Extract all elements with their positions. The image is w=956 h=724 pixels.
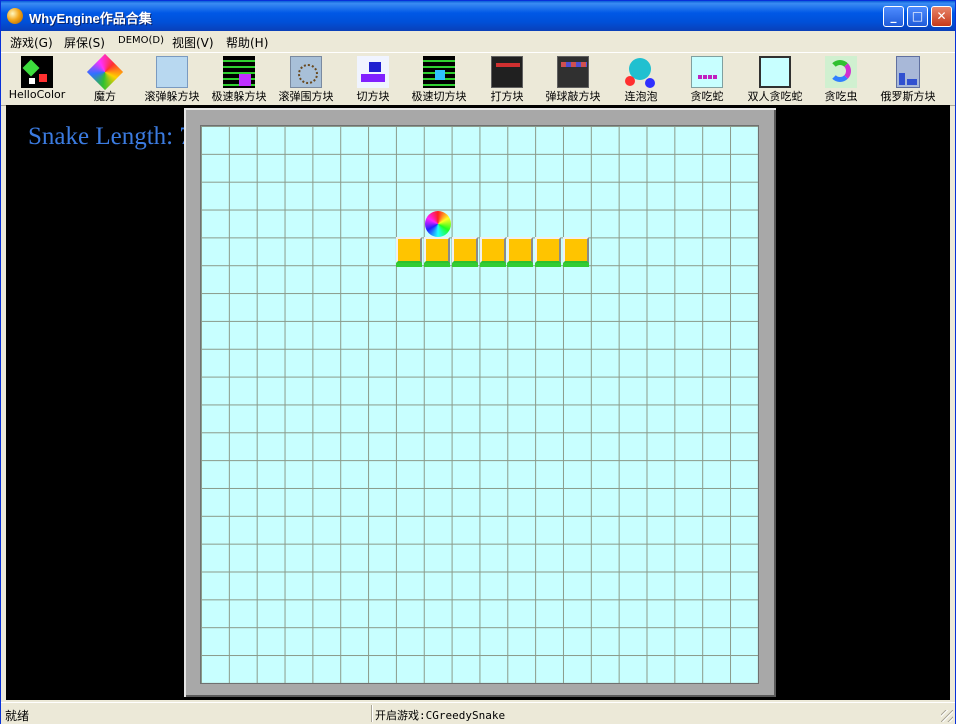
- board-frame: [184, 108, 776, 697]
- menu-bar: 游戏(G) 屏保(S) DEMO(D) 视图(V) 帮助(H): [1, 31, 955, 51]
- menu-help[interactable]: 帮助(H): [226, 34, 268, 51]
- maximize-icon: □: [911, 9, 924, 23]
- toolbar-label: 极速躲方块: [211, 90, 267, 103]
- toolbar-label: 连泡泡: [624, 90, 658, 103]
- toolbar-label: 切方块: [356, 90, 390, 103]
- snake-icon: [691, 56, 723, 88]
- toolbar-button-hellocolor[interactable]: HelloColor: [3, 53, 71, 103]
- toolbar-label: 俄罗斯方块: [880, 90, 936, 103]
- toolbar-label: 打方块: [490, 90, 524, 103]
- maximize-button[interactable]: □: [907, 6, 928, 27]
- snake-segment: [423, 237, 450, 268]
- speed-cut-blocks-icon: [423, 56, 455, 88]
- toolbar-label: 魔方: [94, 90, 116, 103]
- toolbar-label: 贪吃虫: [824, 90, 858, 103]
- rubiks-cube-icon: [86, 53, 124, 91]
- toolbar-button-two-player-snake[interactable]: 双人贪吃蛇: [741, 53, 809, 103]
- close-button[interactable]: ✕: [931, 6, 952, 27]
- food-ball: [424, 210, 451, 237]
- snake-segment: [479, 237, 506, 268]
- toolbar-button-speed-dodge-blocks[interactable]: 极速躲方块: [206, 53, 272, 103]
- speed-dodge-blocks-icon: [223, 56, 255, 88]
- worm-icon: [825, 56, 857, 88]
- application-window: WhyEngine作品合集 _ □ ✕ 游戏(G) 屏保(S) DEMO(D) …: [0, 0, 956, 724]
- resize-grip[interactable]: [941, 710, 953, 722]
- menu-demo[interactable]: DEMO(D): [118, 35, 164, 46]
- toolbar-button-bubbles[interactable]: 连泡泡: [613, 53, 669, 103]
- toolbar: HelloColor 魔方 滚弹躲方块 极速躲方块 滚弹围方块 切方块 极速切方…: [1, 52, 955, 106]
- ball-surround-blocks-icon: [290, 56, 322, 88]
- close-icon: ✕: [936, 9, 947, 23]
- toolbar-button-snake[interactable]: 贪吃蛇: [679, 53, 735, 103]
- toolbar-label: 极速切方块: [411, 90, 467, 103]
- two-player-snake-icon: [759, 56, 791, 88]
- hellocolor-icon: [21, 56, 53, 88]
- status-bar: 就绪 开启游戏:CGreedySnake: [1, 702, 955, 724]
- minimize-button[interactable]: _: [883, 6, 904, 27]
- snake-segment: [395, 237, 422, 268]
- snake-segment: [535, 237, 562, 268]
- toolbar-button-hit-blocks[interactable]: 打方块: [479, 53, 535, 103]
- app-icon[interactable]: [7, 8, 23, 24]
- toolbar-button-ball-dodge-blocks[interactable]: 滚弹躲方块: [139, 53, 205, 103]
- status-separator: [371, 705, 373, 722]
- snake-segment: [451, 237, 478, 268]
- toolbar-label: 滚弹躲方块: [144, 90, 200, 103]
- toolbar-label: 双人贪吃蛇: [747, 90, 803, 103]
- game-canvas[interactable]: Snake Length: 7: [6, 105, 950, 700]
- ball-dodge-blocks-icon: [156, 56, 188, 88]
- toolbar-button-ball-surround-blocks[interactable]: 滚弹围方块: [273, 53, 339, 103]
- game-board[interactable]: [201, 126, 758, 683]
- menu-game[interactable]: 游戏(G): [10, 34, 53, 51]
- bubbles-icon: [625, 56, 657, 88]
- toolbar-button-pinball-blocks[interactable]: 弹球敲方块: [539, 53, 607, 103]
- toolbar-button-tetris[interactable]: 俄罗斯方块: [875, 53, 941, 103]
- tetris-icon: [896, 56, 920, 88]
- toolbar-label: 滚弹围方块: [278, 90, 334, 103]
- menu-screensaver[interactable]: 屏保(S): [64, 34, 105, 51]
- snake-length-label: Snake Length: 7: [28, 123, 192, 150]
- pinball-blocks-icon: [557, 56, 589, 88]
- minimize-icon: _: [890, 9, 897, 23]
- status-text: 就绪: [5, 709, 30, 723]
- toolbar-label: HelloColor: [8, 88, 66, 101]
- title-bar[interactable]: WhyEngine作品合集 _ □ ✕: [1, 1, 955, 31]
- toolbar-button-worm[interactable]: 贪吃虫: [815, 53, 867, 103]
- hit-blocks-icon: [491, 56, 523, 88]
- toolbar-button-speed-cut-blocks[interactable]: 极速切方块: [406, 53, 472, 103]
- menu-view[interactable]: 视图(V): [172, 34, 214, 51]
- snake-segment: [507, 237, 534, 268]
- snake-segment: [563, 237, 590, 268]
- toolbar-label: 弹球敲方块: [545, 90, 601, 103]
- status-game-info: 开启游戏:CGreedySnake: [375, 709, 506, 722]
- toolbar-button-cut-blocks[interactable]: 切方块: [345, 53, 401, 103]
- toolbar-label: 贪吃蛇: [690, 90, 724, 103]
- window-title: WhyEngine作品合集: [29, 11, 152, 26]
- cut-blocks-icon: [357, 56, 389, 88]
- toolbar-button-rubiks-cube[interactable]: 魔方: [77, 53, 133, 103]
